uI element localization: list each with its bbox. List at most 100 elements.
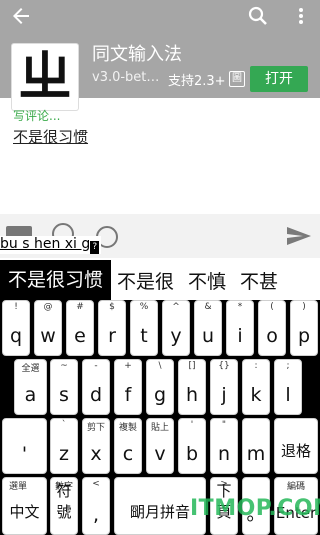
- symbol-key[interactable]: 數字 符號: [50, 477, 78, 535]
- key-letter: s: [59, 384, 69, 406]
- key-letter: e: [74, 325, 86, 347]
- key-n[interactable]: " n: [210, 418, 238, 474]
- key-label: 中文: [9, 503, 40, 521]
- key-symbol: 剪下: [86, 423, 105, 433]
- key-letter: o: [266, 325, 278, 347]
- key-b[interactable]: ' b: [178, 418, 206, 474]
- key-d[interactable]: -d: [82, 359, 110, 415]
- key-i[interactable]: * i: [226, 300, 254, 356]
- key-symbol: ~: [60, 361, 68, 371]
- key-symbol: ): [302, 302, 306, 312]
- comment-text-field[interactable]: 不是很习惯: [13, 126, 88, 147]
- pinyin-text: bu s hen xi g: [0, 236, 91, 252]
- candidate-item[interactable]: 不慎: [182, 267, 234, 294]
- key-e[interactable]: # e: [66, 300, 94, 356]
- key-m[interactable]: m: [242, 418, 270, 474]
- key-f[interactable]: + f: [114, 359, 142, 415]
- key-y[interactable]: ^ y: [162, 300, 190, 356]
- key-symbol: #: [76, 302, 84, 312]
- key-symbol: ": [221, 420, 227, 430]
- candidate-item[interactable]: 不甚: [234, 267, 286, 294]
- write-comment-link[interactable]: 写评论...: [13, 107, 60, 124]
- key-letter: m: [246, 443, 266, 465]
- key-letter: f: [124, 384, 132, 406]
- candidate-item[interactable]: 不是很: [111, 267, 182, 294]
- key-symbol: @: [43, 302, 53, 312]
- key-symbol: ;: [286, 361, 290, 371]
- key-c[interactable]: 複製 c: [114, 418, 142, 474]
- key-o[interactable]: (o: [258, 300, 286, 356]
- arrow-left-icon[interactable]: [8, 4, 34, 28]
- key-symbol: ^: [172, 302, 180, 312]
- key-symbol: $: [109, 302, 115, 312]
- key-x[interactable]: 剪下 x: [82, 418, 110, 474]
- key-letter: c: [122, 443, 134, 465]
- key-letter: z: [59, 443, 69, 465]
- key-symbol: 選單: [9, 482, 28, 492]
- key-symbol: ': [190, 420, 194, 430]
- send-icon[interactable]: [286, 226, 312, 246]
- key-symbol: &: [204, 302, 212, 312]
- key-w[interactable]: @ w: [34, 300, 62, 356]
- pinyin-composition: bu s hen xi g?: [0, 236, 102, 254]
- open-button[interactable]: 打开: [250, 66, 308, 92]
- key-letter: w: [40, 325, 56, 347]
- key-symbol: 編碼: [286, 482, 305, 492]
- key-label: 符號: [56, 482, 72, 521]
- key-letter: i: [237, 325, 243, 347]
- key-symbol: !: [14, 302, 18, 312]
- candidate-bar: 不是很习惯 不是很 不慎 不甚: [0, 260, 320, 300]
- key-p[interactable]: ) p: [290, 300, 318, 356]
- watermark: ITMOP.COM: [190, 496, 320, 521]
- key-v[interactable]: 貼上 v: [146, 418, 174, 474]
- key-letter: ': [21, 443, 28, 465]
- key-s[interactable]: ~ s: [50, 359, 78, 415]
- key-label: ,: [92, 504, 100, 526]
- key-symbol: `: [61, 420, 67, 430]
- key-letter: h: [185, 384, 199, 406]
- key-apostrophe[interactable]: ': [2, 418, 47, 474]
- key-symbol: :: [254, 361, 258, 371]
- backspace-key[interactable]: 退格: [274, 418, 318, 474]
- key-letter: l: [285, 384, 291, 406]
- key-z[interactable]: ` z: [50, 418, 78, 474]
- key-j[interactable]: {} j: [210, 359, 238, 415]
- key-letter: p: [297, 325, 311, 347]
- key-letter: x: [90, 443, 102, 465]
- key-letter: v: [154, 443, 166, 465]
- android-support: 支持2.3+: [168, 74, 226, 89]
- key-h[interactable]: [] h: [178, 359, 206, 415]
- logo-glyph: ㄓ: [18, 45, 72, 108]
- key-l[interactable]: ; l: [274, 359, 302, 415]
- cursor-marker: ?: [90, 241, 100, 254]
- key-symbol: []: [188, 361, 196, 371]
- key-r[interactable]: $ r: [98, 300, 126, 356]
- key-letter: g: [153, 384, 167, 406]
- app-logo: ㄓ: [12, 44, 78, 110]
- comma-key[interactable]: <,: [82, 477, 110, 535]
- key-q[interactable]: ! q: [2, 300, 30, 356]
- chinese-mode-key[interactable]: 選單 中文: [2, 477, 47, 535]
- key-u[interactable]: & u: [194, 300, 222, 356]
- candidate-item[interactable]: 不是很习惯: [0, 260, 112, 300]
- more-vert-icon[interactable]: [296, 4, 306, 28]
- key-letter: r: [108, 325, 116, 347]
- key-symbol: {}: [218, 361, 230, 371]
- key-t[interactable]: % t: [130, 300, 158, 356]
- key-symbol: \: [158, 361, 162, 371]
- app-title: 同文输入法: [92, 44, 182, 65]
- key-letter: t: [140, 325, 148, 347]
- key-symbol: <: [92, 479, 100, 489]
- key-k[interactable]: :k: [242, 359, 270, 415]
- key-letter: k: [250, 384, 262, 406]
- key-letter: u: [201, 325, 215, 347]
- key-letter: j: [221, 384, 227, 406]
- key-a[interactable]: 全選 a: [14, 359, 47, 415]
- key-symbol: (: [270, 302, 274, 312]
- key-letter: q: [9, 325, 23, 347]
- key-g[interactable]: \ g: [146, 359, 174, 415]
- key-symbol: %: [139, 302, 149, 312]
- key-label: 退格: [280, 442, 311, 460]
- search-icon[interactable]: [246, 4, 270, 28]
- app-version: v3.0-bet…: [92, 70, 160, 85]
